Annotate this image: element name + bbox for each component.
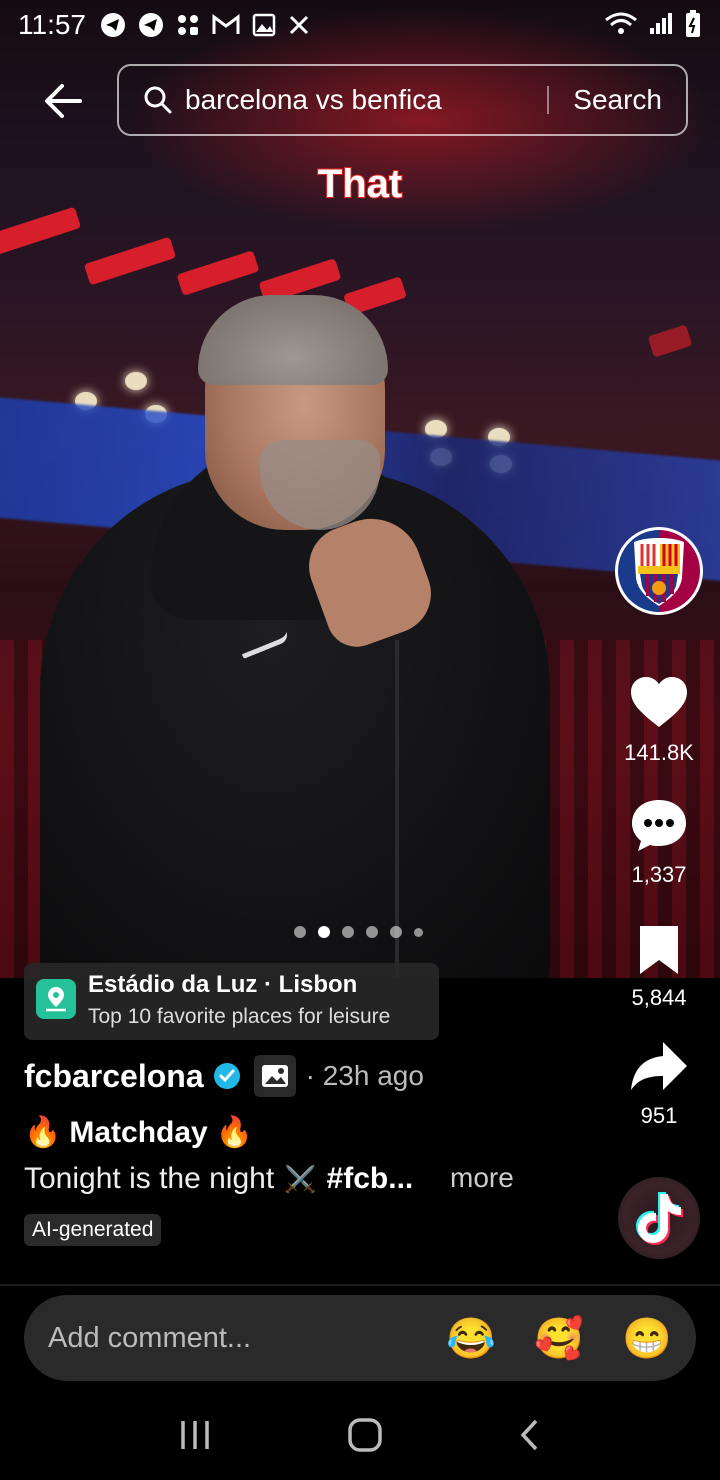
home-icon[interactable] <box>347 1417 383 1453</box>
author-row: fcbarcelona · 23h ago <box>24 1055 424 1097</box>
carousel-dot <box>414 927 423 937</box>
emoji-laughing[interactable]: 😂 <box>446 1315 496 1362</box>
telegram-icon <box>139 13 163 37</box>
photo-overlay-text: That <box>317 161 403 207</box>
save-count: 5,844 <box>631 985 687 1010</box>
comment-bar[interactable]: Add comment... 😂 🥰 😁 <box>24 1295 696 1381</box>
carousel-dot <box>342 926 354 938</box>
fire-emoji: 🔥 <box>24 1116 62 1149</box>
share-icon[interactable] <box>629 1040 689 1094</box>
search-divider <box>547 86 550 114</box>
carousel-indicator <box>294 926 423 938</box>
carousel-dot <box>294 926 306 938</box>
recents-icon[interactable] <box>178 1419 212 1451</box>
search-icon <box>144 86 172 114</box>
swords-emoji: ⚔️ <box>284 1163 317 1194</box>
app-icon <box>178 15 198 35</box>
system-nav-bar <box>0 1390 720 1480</box>
status-time: 11:57 <box>18 9 86 40</box>
back-nav-icon[interactable] <box>518 1418 542 1452</box>
author-avatar[interactable] <box>615 527 703 615</box>
telegram-icon <box>101 13 125 37</box>
sound-disc[interactable] <box>618 1177 700 1259</box>
gallery-icon <box>252 13 276 37</box>
location-tag[interactable]: Estádio da Luz · Lisbon Top 10 favorite … <box>24 963 439 1040</box>
post-title: 🔥 Matchday 🔥 <box>24 1115 253 1150</box>
save-action[interactable]: 5,844 <box>604 924 714 1011</box>
comment-input[interactable]: Add comment... <box>48 1322 408 1355</box>
emoji-hearts[interactable]: 🥰 <box>534 1315 584 1362</box>
search-input[interactable]: barcelona vs benfica <box>185 84 547 116</box>
location-title: Estádio da Luz · Lisbon <box>88 971 358 998</box>
wifi-icon <box>605 12 637 34</box>
comment-count: 1,337 <box>631 862 687 887</box>
more-button[interactable]: more <box>450 1162 514 1194</box>
ai-generated-badge: AI-generated <box>24 1214 162 1246</box>
post-time: · 23h ago <box>305 1060 424 1091</box>
signal-icon <box>650 13 672 34</box>
share-action[interactable]: 951 <box>604 1040 714 1129</box>
location-pin-icon <box>36 979 76 1019</box>
x-icon <box>289 15 309 35</box>
back-arrow-icon[interactable] <box>40 78 86 124</box>
tiktok-logo-icon <box>636 1192 683 1245</box>
location-subtitle: Top 10 favorite places for leisure <box>88 1005 391 1028</box>
photo-post-icon <box>253 1055 296 1097</box>
battery-icon <box>686 10 700 37</box>
like-action[interactable]: 141.8K <box>604 675 714 766</box>
hashtag-link[interactable]: #fcb... <box>327 1162 414 1196</box>
post-description: Tonight is the night ⚔️ #fcb... <box>24 1162 413 1196</box>
author-username[interactable]: fcbarcelona <box>24 1058 204 1095</box>
verified-badge-icon <box>213 1063 240 1089</box>
comment-icon[interactable] <box>629 797 689 853</box>
comment-action[interactable]: 1,337 <box>604 797 714 888</box>
search-button[interactable]: Search <box>573 84 662 116</box>
fire-emoji: 🔥 <box>215 1116 254 1149</box>
gmail-icon <box>212 14 240 34</box>
carousel-dot <box>366 926 378 938</box>
bookmark-icon[interactable] <box>636 924 682 976</box>
description-text: Tonight is the night <box>24 1162 275 1195</box>
carousel-dot-active <box>318 926 330 938</box>
divider <box>0 1284 720 1286</box>
like-count: 141.8K <box>624 740 694 765</box>
heart-icon[interactable] <box>629 675 689 731</box>
status-bar: 11:57 <box>0 0 720 50</box>
share-count: 951 <box>640 1103 678 1128</box>
post-title-text: Matchday <box>69 1115 208 1149</box>
fcb-crest-icon <box>634 538 684 606</box>
search-bar[interactable]: barcelona vs benfica Search <box>117 64 688 136</box>
emoji-grin[interactable]: 😁 <box>622 1315 672 1362</box>
carousel-dot <box>390 926 402 938</box>
